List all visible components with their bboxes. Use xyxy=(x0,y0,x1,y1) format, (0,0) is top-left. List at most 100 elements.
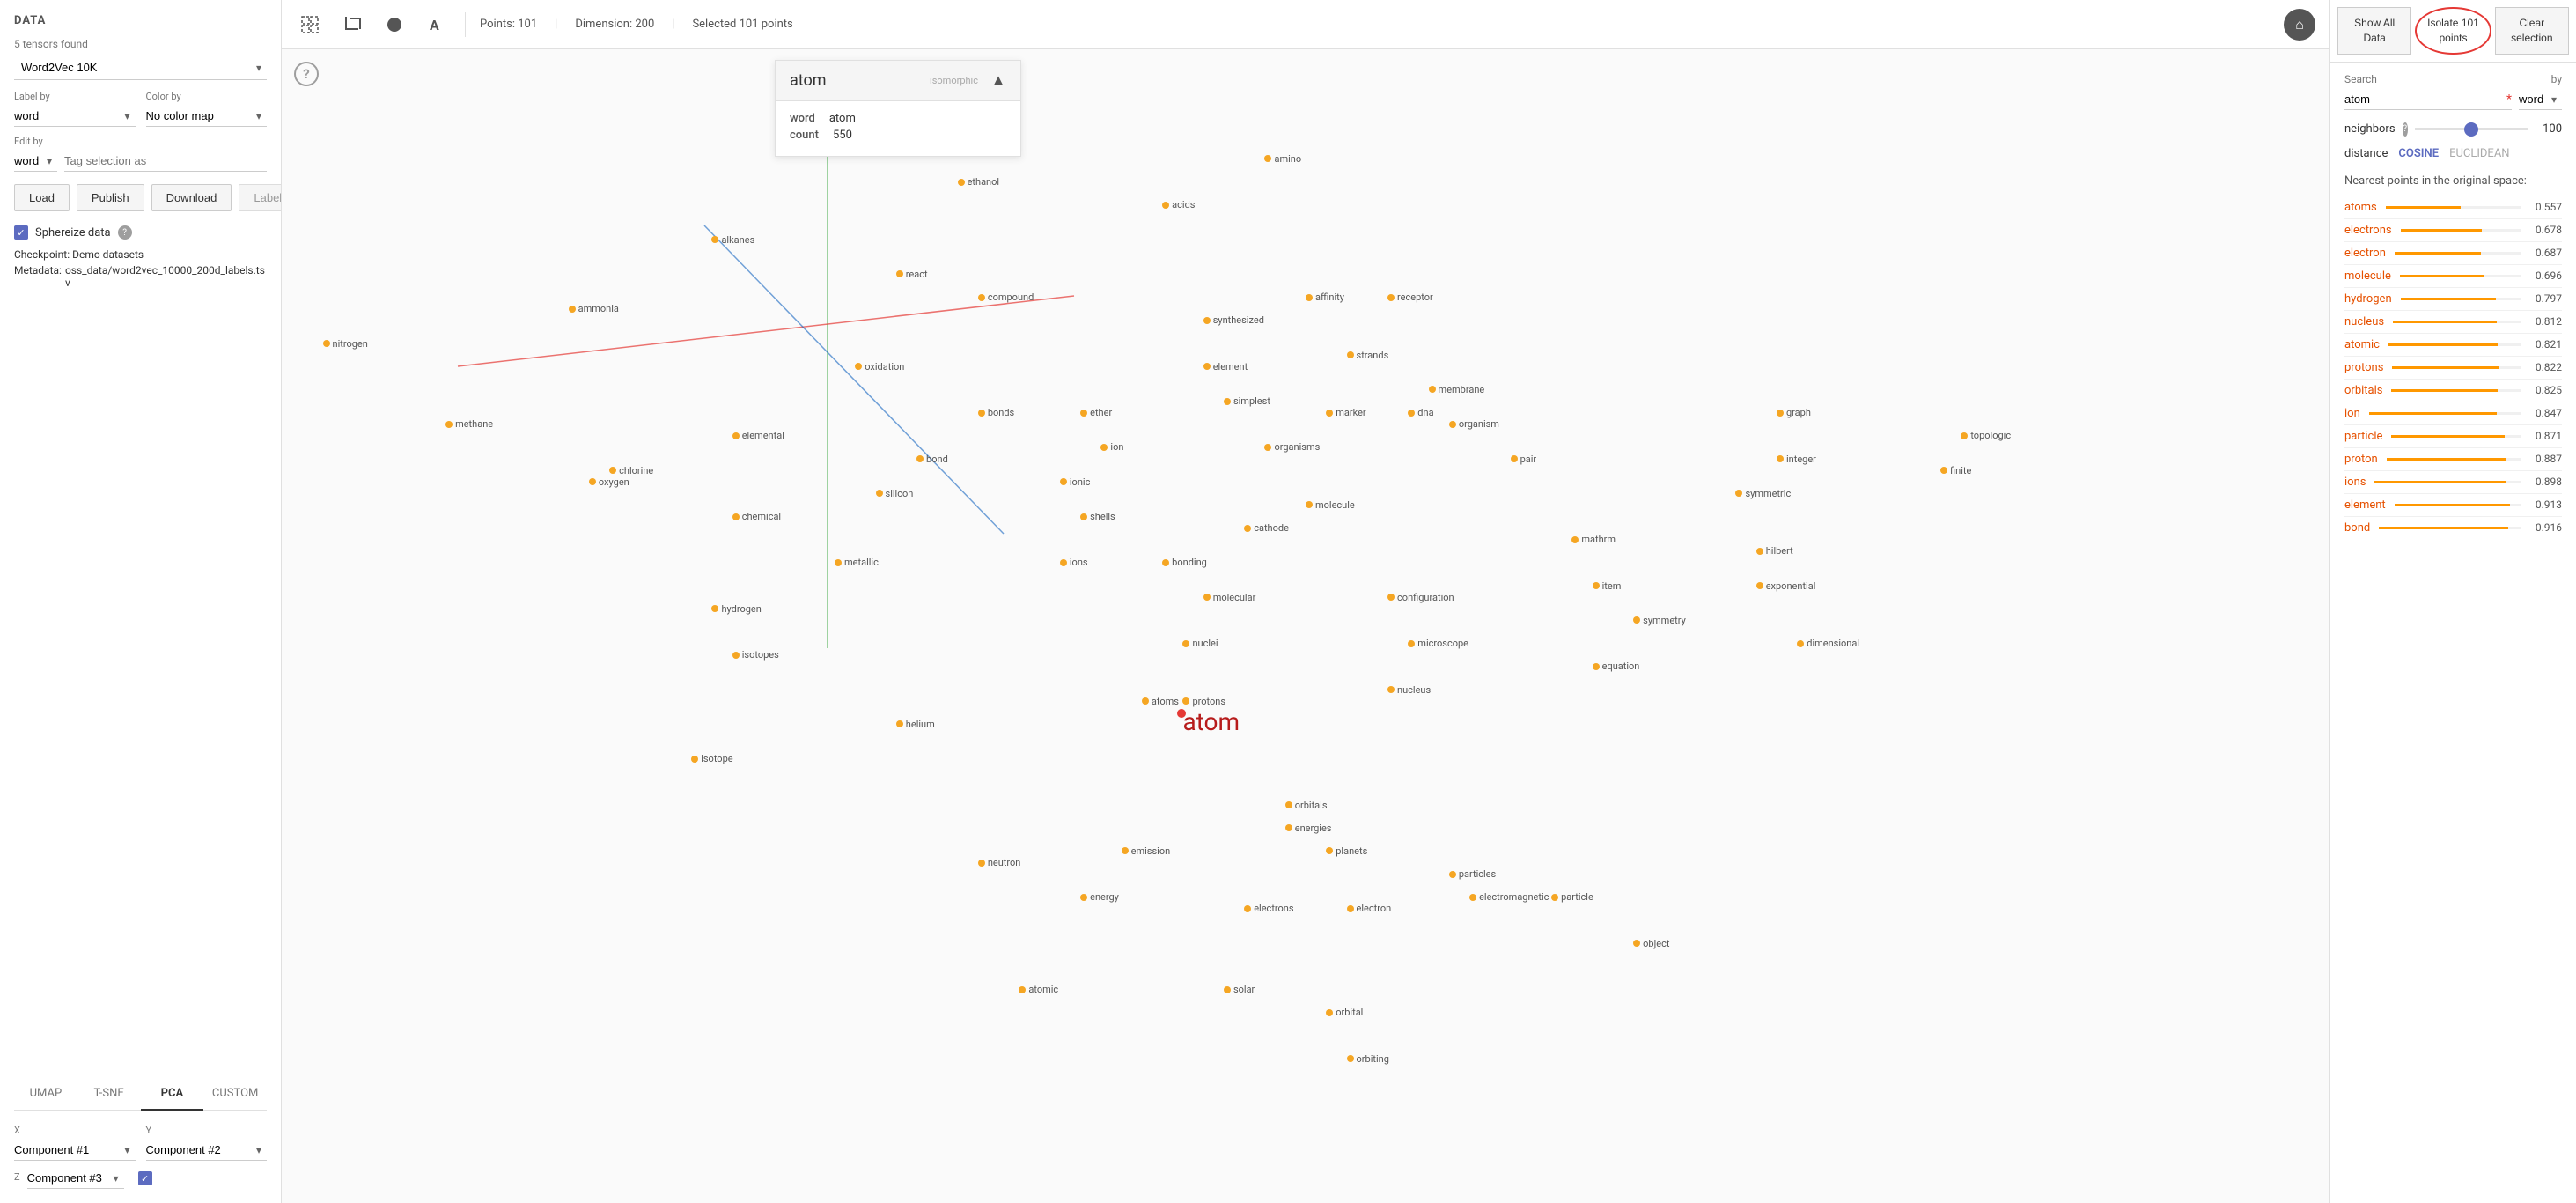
list-item[interactable]: emission xyxy=(1122,845,1171,857)
list-item[interactable]: bonding xyxy=(1162,557,1207,568)
list-item[interactable]: shells xyxy=(1080,511,1115,522)
pca-z-select[interactable]: Component #3 xyxy=(27,1168,124,1189)
info-collapse-btn[interactable]: ▲ xyxy=(990,71,1006,90)
nearest-name[interactable]: hydrogen xyxy=(2344,292,2392,306)
list-item[interactable]: mathrm xyxy=(1571,534,1616,545)
nearest-name[interactable]: molecule xyxy=(2344,269,2391,283)
list-item[interactable]: silicon xyxy=(876,488,914,499)
night-mode-icon[interactable] xyxy=(380,11,408,39)
by-select[interactable]: word xyxy=(2519,89,2562,110)
list-item[interactable]: chemical xyxy=(732,511,781,522)
nearest-name[interactable]: nucleus xyxy=(2344,315,2384,328)
list-item[interactable]: oxygen xyxy=(589,476,629,488)
list-item[interactable]: particles xyxy=(1449,868,1496,880)
help-icon-wrapper[interactable]: ? xyxy=(294,62,319,86)
search-input[interactable] xyxy=(2344,89,2512,110)
nearest-name[interactable]: atomic xyxy=(2344,338,2380,351)
nearest-name[interactable]: proton xyxy=(2344,453,2378,466)
nearest-name[interactable]: protons xyxy=(2344,361,2383,374)
list-item[interactable]: electromagnetic xyxy=(1469,891,1549,903)
list-item[interactable]: energy xyxy=(1080,891,1119,903)
list-item[interactable]: cathode xyxy=(1244,522,1289,534)
list-item[interactable]: item xyxy=(1593,580,1622,592)
pca-y-select[interactable]: Component #2 xyxy=(146,1140,268,1161)
list-item[interactable]: affinity xyxy=(1306,292,1344,303)
list-item[interactable]: equation xyxy=(1593,661,1640,672)
tab-umap[interactable]: UMAP xyxy=(14,1078,77,1111)
dataset-select[interactable]: Word2Vec 10K xyxy=(14,55,267,80)
pca-x-select[interactable]: Component #1 xyxy=(14,1140,136,1161)
list-item[interactable]: symmetry xyxy=(1633,615,1686,626)
isolate-button[interactable]: Isolate 101 points xyxy=(2415,7,2491,55)
list-item[interactable]: molecular xyxy=(1203,592,1256,603)
list-item[interactable]: amino xyxy=(1264,153,1301,165)
list-item[interactable]: object xyxy=(1633,938,1669,949)
help-icon[interactable]: ? xyxy=(294,62,319,86)
list-item[interactable]: acids xyxy=(1162,199,1195,210)
list-item[interactable]: isotopes xyxy=(732,649,779,661)
list-item[interactable]: orbiting xyxy=(1347,1053,1389,1065)
list-item[interactable]: marker xyxy=(1326,407,1365,418)
list-item[interactable]: hilbert xyxy=(1756,545,1793,557)
list-item[interactable]: microscope xyxy=(1408,638,1468,649)
list-item[interactable]: solar xyxy=(1224,984,1255,995)
list-item[interactable]: energies xyxy=(1285,823,1332,834)
list-item[interactable]: electrons xyxy=(1244,903,1293,914)
list-item[interactable]: ammonia xyxy=(569,303,619,314)
list-item[interactable]: protons xyxy=(1182,696,1225,707)
label-button[interactable]: Label xyxy=(239,184,282,211)
list-item[interactable]: dimensional xyxy=(1797,638,1859,649)
tab-pca[interactable]: PCA xyxy=(141,1078,204,1111)
list-item[interactable]: molecule xyxy=(1306,499,1355,511)
nearest-name[interactable]: particle xyxy=(2344,430,2382,443)
list-item[interactable]: bond xyxy=(916,454,948,465)
list-item[interactable]: topologic xyxy=(1961,430,2011,441)
list-item[interactable]: dna xyxy=(1408,407,1433,418)
list-item[interactable]: simplest xyxy=(1224,395,1270,407)
label-by-select[interactable]: word xyxy=(14,106,136,127)
list-item[interactable]: isotope xyxy=(691,753,732,764)
cosine-option[interactable]: COSINE xyxy=(2398,147,2439,160)
list-item[interactable]: ions xyxy=(1060,557,1088,568)
list-item[interactable]: ether xyxy=(1080,407,1112,418)
list-item[interactable]: elemental xyxy=(732,430,784,441)
euclidean-option[interactable]: EUCLIDEAN xyxy=(2449,147,2510,160)
list-item[interactable]: ethanol xyxy=(958,176,1000,188)
nearest-name[interactable]: electron xyxy=(2344,247,2386,260)
list-item[interactable]: organism xyxy=(1449,418,1499,430)
crop-icon[interactable] xyxy=(338,11,366,39)
load-button[interactable]: Load xyxy=(14,184,70,211)
viz-area[interactable]: ? ethanolaminoacidsalkanesnitrogenammoni… xyxy=(282,49,2329,1203)
list-item[interactable]: orbitals xyxy=(1285,800,1328,811)
list-item[interactable]: oxidation xyxy=(855,361,904,373)
list-item[interactable]: react xyxy=(896,269,928,280)
edit-by-select[interactable]: word xyxy=(14,151,57,172)
tag-input[interactable] xyxy=(64,151,267,172)
list-item[interactable]: alkanes xyxy=(711,234,754,246)
tab-tsne[interactable]: T-SNE xyxy=(77,1078,141,1111)
list-item[interactable]: neutron xyxy=(978,857,1021,868)
list-item[interactable]: ionic xyxy=(1060,476,1090,488)
list-item[interactable]: configuration xyxy=(1387,592,1454,603)
list-item[interactable]: receptor xyxy=(1387,292,1433,303)
list-item[interactable]: planets xyxy=(1326,845,1367,857)
list-item[interactable]: bonds xyxy=(978,407,1014,418)
list-item[interactable]: nuclei xyxy=(1182,638,1218,649)
nearest-name[interactable]: ions xyxy=(2344,476,2366,489)
list-item[interactable]: exponential xyxy=(1756,580,1816,592)
nearest-name[interactable]: atoms xyxy=(2344,201,2377,214)
neighbors-info-icon[interactable]: ? xyxy=(2403,122,2408,137)
list-item[interactable]: metallic xyxy=(835,557,879,568)
pca-z-checkbox[interactable]: ✓ xyxy=(138,1171,152,1185)
list-item[interactable]: pair xyxy=(1511,454,1537,465)
list-item[interactable]: hydrogen xyxy=(711,603,761,615)
neighbors-slider[interactable] xyxy=(2415,128,2528,130)
list-item[interactable]: synthesized xyxy=(1203,314,1264,326)
text-icon[interactable]: A xyxy=(423,11,451,39)
publish-button[interactable]: Publish xyxy=(77,184,144,211)
nearest-name[interactable]: element xyxy=(2344,498,2386,512)
home-button[interactable]: ⌂ xyxy=(2284,9,2315,41)
list-item[interactable]: methane xyxy=(445,418,493,430)
download-button[interactable]: Download xyxy=(151,184,232,211)
list-item[interactable]: integer xyxy=(1777,454,1816,465)
